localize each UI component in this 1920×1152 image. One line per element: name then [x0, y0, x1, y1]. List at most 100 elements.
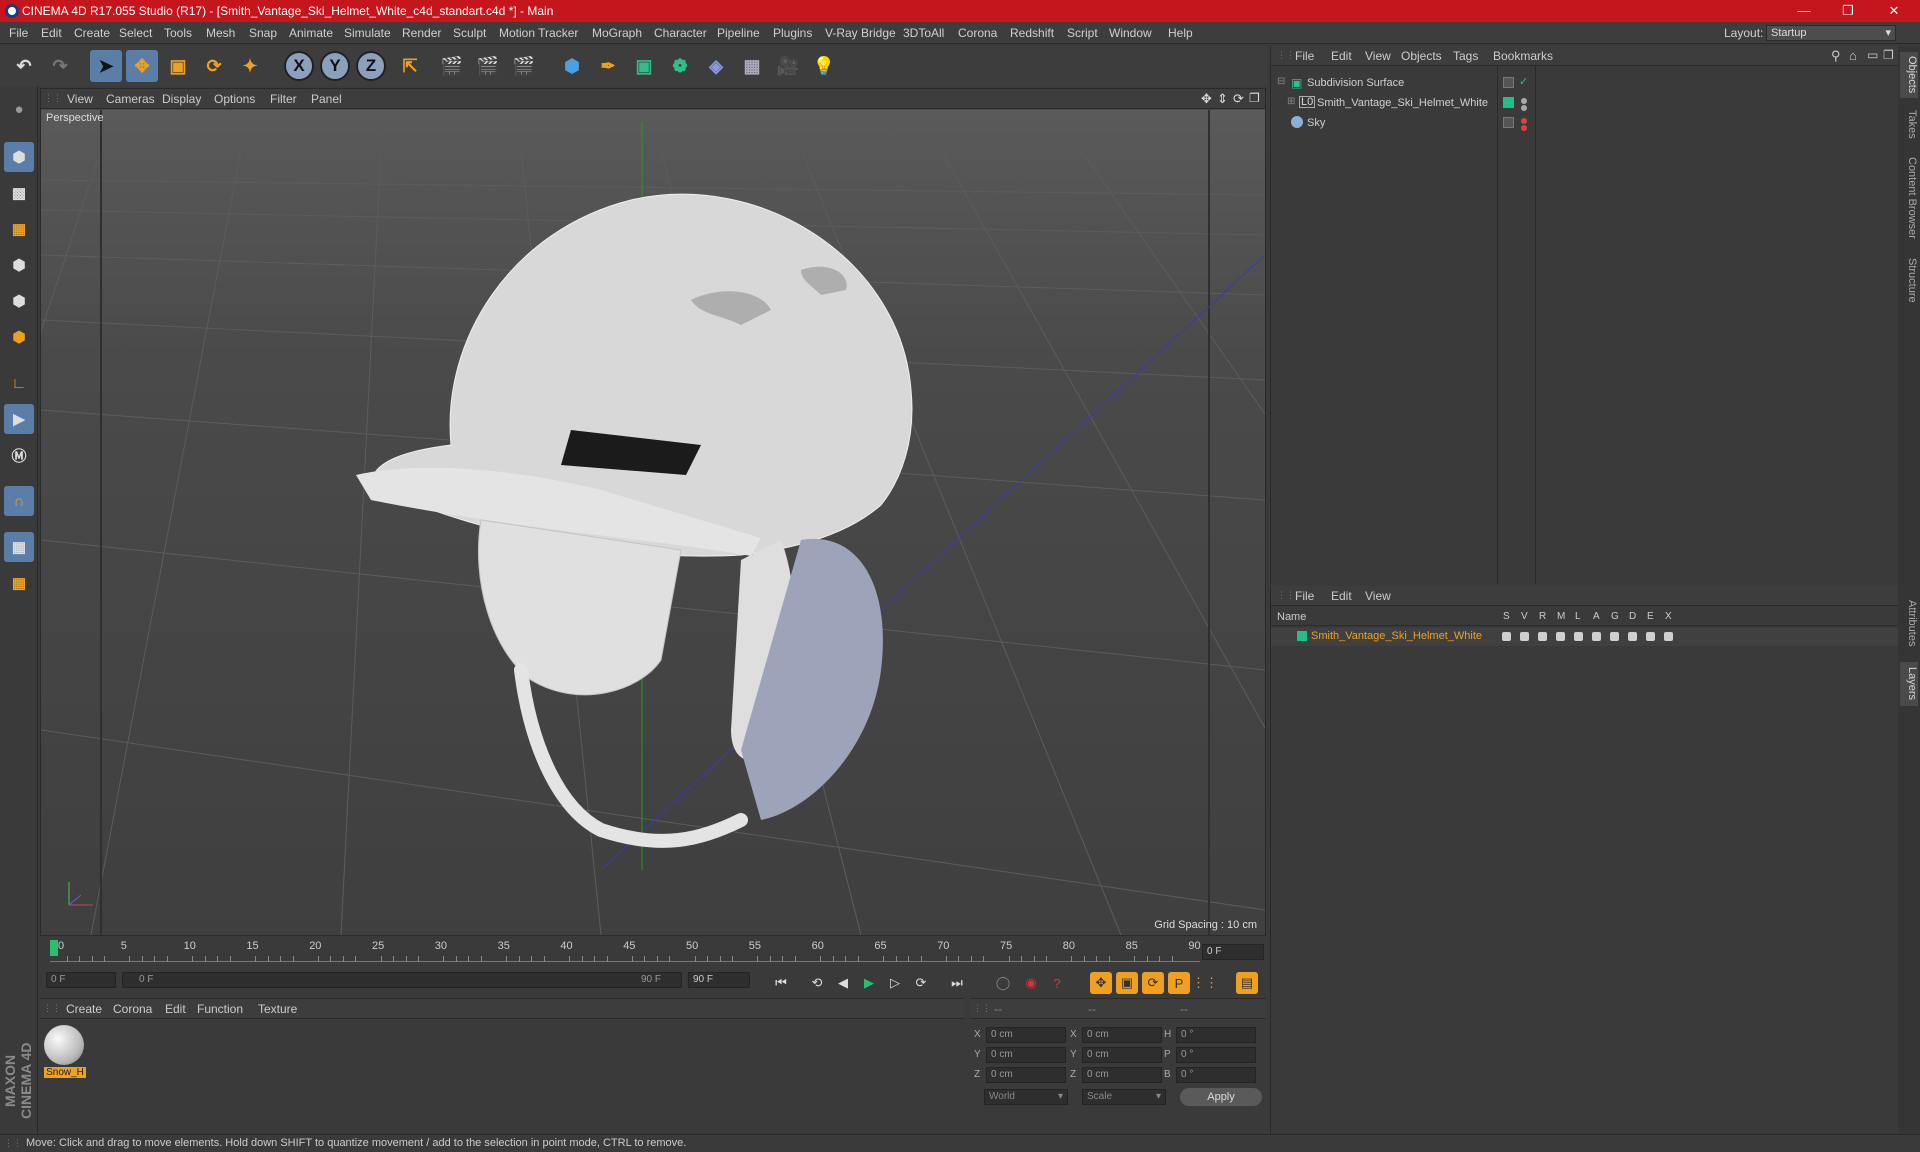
undo-button[interactable]: ↶: [8, 50, 40, 82]
tweak-mode-icon[interactable]: ▶: [4, 404, 34, 434]
next-frame-icon[interactable]: ▷: [884, 972, 906, 994]
coordinate-system-icon[interactable]: ⇱: [394, 50, 426, 82]
tab-takes[interactable]: Takes: [1900, 104, 1918, 144]
layer-menu-view[interactable]: View: [1365, 589, 1391, 603]
tab-structure[interactable]: Structure: [1900, 252, 1918, 308]
collapse-icon[interactable]: ⊟: [1277, 76, 1285, 87]
prev-frame-icon[interactable]: ◀: [832, 972, 854, 994]
expand-icon[interactable]: ⊞: [1287, 96, 1295, 107]
close-button[interactable]: ✕: [1872, 0, 1916, 22]
layer-flag-toggle-icon[interactable]: [1646, 632, 1655, 641]
layer-flag-toggle-icon[interactable]: [1628, 632, 1637, 641]
scale-tool-icon[interactable]: ▣: [162, 50, 194, 82]
playhead-marker[interactable]: [50, 940, 58, 956]
workplane-mode-icon[interactable]: ▦: [4, 214, 34, 244]
coord-value-field[interactable]: 0 °: [1176, 1047, 1256, 1063]
layer-color-swatch[interactable]: [1503, 97, 1514, 108]
menu-edit[interactable]: Edit: [41, 26, 62, 40]
menu-snap[interactable]: Snap: [249, 26, 277, 40]
light-icon[interactable]: 💡: [808, 50, 840, 82]
layer-menu-edit[interactable]: Edit: [1331, 589, 1352, 603]
coord-mode-select[interactable]: Scale ▾: [1082, 1089, 1166, 1105]
restore-button[interactable]: ❐: [1826, 0, 1870, 22]
key-rotation-icon[interactable]: ⟳: [1142, 972, 1164, 994]
maximize-panel-icon[interactable]: ❐: [1883, 48, 1894, 62]
rotate-view-icon[interactable]: ⟳: [1233, 91, 1244, 107]
viewport-menu-filter[interactable]: Filter: [270, 92, 297, 106]
floor-icon[interactable]: ▦: [736, 50, 768, 82]
search-icon[interactable]: ⚲: [1831, 48, 1841, 64]
layer-flag-toggle-icon[interactable]: [1610, 632, 1619, 641]
range-slider[interactable]: 0 F 90 F: [122, 972, 682, 988]
coord-value-field[interactable]: 0 °: [1176, 1027, 1256, 1043]
cloner-icon[interactable]: ❁: [664, 50, 696, 82]
menu-simulate[interactable]: Simulate: [344, 26, 391, 40]
menu-tools[interactable]: Tools: [164, 26, 192, 40]
autokey-icon[interactable]: ◉: [1020, 972, 1042, 994]
object-row[interactable]: ⊟ ▣ Subdivision Surface ✓: [1271, 74, 1898, 94]
object-menu-file[interactable]: File: [1295, 49, 1314, 63]
tab-layers[interactable]: Layers: [1900, 662, 1918, 706]
x-axis-lock-icon[interactable]: X: [284, 51, 314, 81]
layer-color-swatch[interactable]: [1297, 631, 1307, 641]
viewport-canvas[interactable]: Perspective Grid Spacing : 10 cm: [41, 110, 1265, 935]
menu-vray-bridge[interactable]: V-Ray Bridge: [825, 26, 896, 40]
material-swatch[interactable]: Snow_H: [44, 1025, 86, 1081]
coord-value-field[interactable]: 0 cm: [1082, 1047, 1162, 1063]
apply-button[interactable]: Apply: [1180, 1088, 1262, 1106]
key-parameter-icon[interactable]: P: [1168, 972, 1190, 994]
edges-mode-icon[interactable]: ⬢: [4, 286, 34, 316]
viewport-menu-display[interactable]: Display: [162, 92, 201, 106]
layer-flag-toggle-icon[interactable]: [1664, 632, 1673, 641]
make-editable-icon[interactable]: ●: [4, 94, 34, 124]
layer-flag-toggle-icon[interactable]: [1592, 632, 1601, 641]
viewport-menu-options[interactable]: Options: [214, 92, 255, 106]
render-settings-icon[interactable]: 🎬: [508, 50, 540, 82]
coord-value-field[interactable]: 0 cm: [986, 1047, 1066, 1063]
model-mode-icon[interactable]: ⬢: [4, 142, 34, 172]
key-pla-icon[interactable]: ⋮⋮: [1192, 972, 1218, 994]
keyframe-selection-icon[interactable]: ?: [1046, 972, 1068, 994]
zoom-view-icon[interactable]: ⇕: [1217, 91, 1228, 107]
rotate-tool-icon[interactable]: ⟳: [198, 50, 230, 82]
object-menu-tags[interactable]: Tags: [1453, 49, 1478, 63]
object-menu-objects[interactable]: Objects: [1401, 49, 1442, 63]
quantize-icon[interactable]: ▦: [4, 568, 34, 598]
menu-window[interactable]: Window: [1109, 26, 1152, 40]
points-mode-icon[interactable]: ⬢: [4, 250, 34, 280]
editor-visibility-dot[interactable]: [1521, 118, 1527, 124]
timeline-ruler[interactable]: 0 5 10 15 20 25 30 35 40 45 50 55 60 65 70 75 80 85 90 0 F: [40, 936, 1266, 966]
select-tool-icon[interactable]: ➤: [90, 50, 122, 82]
object-row[interactable]: Sky: [1271, 114, 1898, 134]
coord-system-select[interactable]: World ▾: [984, 1089, 1068, 1105]
coord-value-field[interactable]: 0 cm: [986, 1027, 1066, 1043]
goto-end-icon[interactable]: ⏭: [946, 972, 968, 994]
deformer-icon[interactable]: ◈: [700, 50, 732, 82]
menu-render[interactable]: Render: [402, 26, 441, 40]
render-visibility-dot[interactable]: [1521, 105, 1527, 111]
start-frame-field[interactable]: 0 F: [46, 972, 116, 988]
coord-value-field[interactable]: 0 °: [1176, 1067, 1256, 1083]
coord-value-field[interactable]: 0 cm: [1082, 1067, 1162, 1083]
menu-mesh[interactable]: Mesh: [206, 26, 235, 40]
menu-motion-tracker[interactable]: Motion Tracker: [499, 26, 578, 40]
end-frame-field[interactable]: 90 F: [688, 972, 750, 988]
timeline-window-icon[interactable]: ▤: [1236, 972, 1258, 994]
camera-icon[interactable]: 🎥: [772, 50, 804, 82]
object-menu-edit[interactable]: Edit: [1331, 49, 1352, 63]
layer-menu-file[interactable]: File: [1295, 589, 1314, 603]
minimize-button[interactable]: —: [1782, 0, 1826, 22]
keyframe-record-icon[interactable]: ◯: [992, 972, 1014, 994]
enabled-check-icon[interactable]: ✓: [1519, 75, 1528, 88]
menu-mograph[interactable]: MoGraph: [592, 26, 642, 40]
menu-character[interactable]: Character: [654, 26, 707, 40]
goto-prev-key-icon[interactable]: ⟲: [806, 972, 828, 994]
menu-animate[interactable]: Animate: [289, 26, 333, 40]
layout-select[interactable]: Startup ▾: [1766, 25, 1896, 41]
menu-3dtoall[interactable]: 3DToAll: [903, 26, 944, 40]
render-visibility-dot[interactable]: [1521, 125, 1527, 131]
pan-view-icon[interactable]: ✥: [1201, 91, 1212, 107]
home-icon[interactable]: ⌂: [1849, 48, 1857, 63]
material-menu-edit[interactable]: Edit: [165, 1002, 186, 1016]
material-menu-texture[interactable]: Texture: [258, 1002, 297, 1016]
